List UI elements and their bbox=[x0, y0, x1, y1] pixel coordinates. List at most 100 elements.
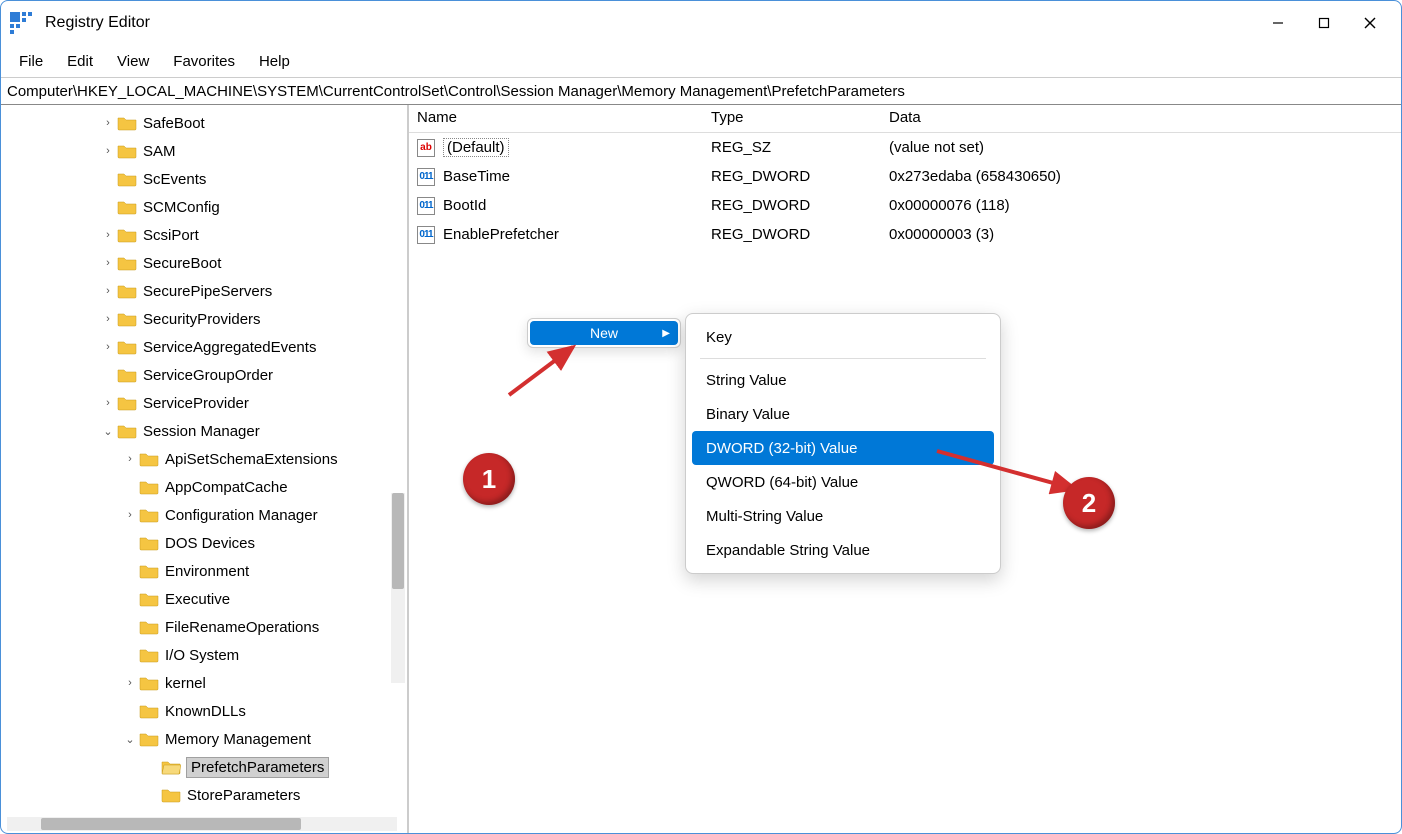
tree-node-label: KnownDLLs bbox=[165, 703, 246, 720]
tree-horizontal-scrollbar[interactable] bbox=[7, 817, 397, 831]
folder-icon bbox=[117, 115, 137, 131]
folder-icon bbox=[139, 479, 159, 495]
tree-expander-icon[interactable]: › bbox=[101, 397, 115, 409]
submenu-item[interactable]: Expandable String Value bbox=[692, 533, 994, 567]
folder-icon bbox=[139, 731, 159, 747]
tree-node[interactable]: FileRenameOperations bbox=[9, 613, 407, 641]
address-bar[interactable]: Computer\HKEY_LOCAL_MACHINE\SYSTEM\Curre… bbox=[1, 77, 1401, 105]
folder-icon bbox=[139, 591, 159, 607]
value-row[interactable]: 011BaseTimeREG_DWORD0x273edaba (65843065… bbox=[409, 162, 1401, 191]
submenu-item[interactable]: String Value bbox=[692, 363, 994, 397]
tree-node[interactable]: StoreParameters bbox=[9, 781, 407, 809]
value-data: (value not set) bbox=[881, 137, 1401, 158]
tree-node[interactable]: ServiceGroupOrder bbox=[9, 361, 407, 389]
tree-node[interactable]: ›ServiceProvider bbox=[9, 389, 407, 417]
tree-expander-icon[interactable]: › bbox=[101, 285, 115, 297]
tree-expander-icon[interactable]: › bbox=[101, 145, 115, 157]
column-type[interactable]: Type bbox=[703, 105, 881, 132]
tree-node[interactable]: ›SafeBoot bbox=[9, 109, 407, 137]
folder-icon bbox=[139, 563, 159, 579]
value-row[interactable]: 011EnablePrefetcherREG_DWORD0x00000003 (… bbox=[409, 220, 1401, 249]
submenu-item[interactable]: Binary Value bbox=[692, 397, 994, 431]
tree-expander-icon[interactable]: › bbox=[123, 453, 137, 465]
tree-expander-icon[interactable]: › bbox=[101, 229, 115, 241]
tree-node[interactable]: ⌄Memory Management bbox=[9, 725, 407, 753]
value-row[interactable]: ab(Default)REG_SZ(value not set) bbox=[409, 133, 1401, 162]
tree-node[interactable]: ›SecurePipeServers bbox=[9, 277, 407, 305]
column-name[interactable]: Name bbox=[409, 105, 703, 132]
tree-expander-icon[interactable] bbox=[145, 761, 159, 773]
folder-icon bbox=[117, 339, 137, 355]
tree-vertical-scrollbar[interactable] bbox=[391, 493, 405, 683]
regedit-icon bbox=[9, 11, 33, 35]
tree-node[interactable]: › ScsiPort bbox=[9, 221, 407, 249]
tree-expander-icon[interactable]: › bbox=[101, 257, 115, 269]
tree-node[interactable]: ⌄Session Manager bbox=[9, 417, 407, 445]
tree-expander-icon[interactable] bbox=[123, 565, 137, 577]
tree-node-label: ScsiPort bbox=[143, 227, 199, 244]
tree-node[interactable]: ›SAM bbox=[9, 137, 407, 165]
tree-expander-icon[interactable]: › bbox=[101, 117, 115, 129]
tree-node-label: PrefetchParameters bbox=[191, 759, 324, 776]
tree-expander-icon[interactable]: › bbox=[101, 341, 115, 353]
tree-expander-icon[interactable]: › bbox=[123, 509, 137, 521]
column-data[interactable]: Data bbox=[881, 105, 1401, 132]
submenu-item[interactable]: Key bbox=[692, 320, 994, 354]
tree-node[interactable]: › ServiceAggregatedEvents bbox=[9, 333, 407, 361]
close-button[interactable] bbox=[1347, 5, 1393, 41]
tree-node[interactable]: SCMConfig bbox=[9, 193, 407, 221]
tree-node[interactable]: Executive bbox=[9, 585, 407, 613]
tree-expander-icon[interactable] bbox=[123, 481, 137, 493]
tree-node-label: Executive bbox=[165, 591, 230, 608]
titlebar: Registry Editor bbox=[1, 1, 1401, 45]
values-list[interactable]: ab(Default)REG_SZ(value not set)011BaseT… bbox=[409, 133, 1401, 249]
tree-expander-icon[interactable] bbox=[101, 173, 115, 185]
folder-icon bbox=[161, 759, 181, 775]
tree-node[interactable]: ›Configuration Manager bbox=[9, 501, 407, 529]
tree-expander-icon[interactable]: › bbox=[101, 313, 115, 325]
tree-expander-icon[interactable] bbox=[123, 593, 137, 605]
menu-favorites[interactable]: Favorites bbox=[163, 49, 245, 74]
tree-node-label: ServiceAggregatedEvents bbox=[143, 339, 316, 356]
minimize-button[interactable] bbox=[1255, 5, 1301, 41]
menu-view[interactable]: View bbox=[107, 49, 159, 74]
context-menu-new[interactable]: New ▶ bbox=[530, 321, 678, 345]
tree-node[interactable]: › ApiSetSchemaExtensions bbox=[9, 445, 407, 473]
tree-expander-icon[interactable]: ⌄ bbox=[123, 733, 137, 746]
tree-expander-icon[interactable] bbox=[123, 621, 137, 633]
tree-expander-icon[interactable]: › bbox=[123, 677, 137, 689]
tree-node[interactable]: I/O System bbox=[9, 641, 407, 669]
tree-node[interactable]: ›kernel bbox=[9, 669, 407, 697]
tree-node-label: Environment bbox=[165, 563, 249, 580]
tree-expander-icon[interactable] bbox=[101, 369, 115, 381]
registry-tree[interactable]: ›SafeBoot›SAM ScEvents SCMConfig › ScsiPor… bbox=[1, 109, 407, 809]
tree-node[interactable]: ScEvents bbox=[9, 165, 407, 193]
menu-edit[interactable]: Edit bbox=[57, 49, 103, 74]
tree-node[interactable]: › SecureBoot bbox=[9, 249, 407, 277]
tree-expander-icon[interactable] bbox=[145, 789, 159, 801]
tree-node[interactable]: DOS Devices bbox=[9, 529, 407, 557]
submenu-item[interactable]: Multi-String Value bbox=[692, 499, 994, 533]
tree-node-label: ApiSetSchemaExtensions bbox=[165, 451, 338, 468]
submenu-item[interactable]: QWORD (64-bit) Value bbox=[692, 465, 994, 499]
tree-node[interactable]: Environment bbox=[9, 557, 407, 585]
value-row[interactable]: 011BootIdREG_DWORD0x00000076 (118) bbox=[409, 191, 1401, 220]
tree-node[interactable]: ›SecurityProviders bbox=[9, 305, 407, 333]
tree-expander-icon[interactable] bbox=[101, 201, 115, 213]
tree-expander-icon[interactable] bbox=[123, 537, 137, 549]
menu-help[interactable]: Help bbox=[249, 49, 300, 74]
tree-node[interactable]: KnownDLLs bbox=[9, 697, 407, 725]
values-header: Name Type Data bbox=[409, 105, 1401, 133]
tree-node-label: SecureBoot bbox=[143, 255, 221, 272]
submenu-item[interactable]: DWORD (32-bit) Value bbox=[692, 431, 994, 465]
folder-icon bbox=[117, 423, 137, 439]
tree-node[interactable]: AppCompatCache bbox=[9, 473, 407, 501]
tree-node-label: StoreParameters bbox=[187, 787, 300, 804]
tree-expander-icon[interactable]: ⌄ bbox=[101, 425, 115, 438]
menu-file[interactable]: File bbox=[9, 49, 53, 74]
tree-expander-icon[interactable] bbox=[123, 649, 137, 661]
maximize-button[interactable] bbox=[1301, 5, 1347, 41]
tree-node[interactable]: PrefetchParameters bbox=[9, 753, 407, 781]
tree-expander-icon[interactable] bbox=[123, 705, 137, 717]
menu-separator bbox=[700, 358, 986, 359]
